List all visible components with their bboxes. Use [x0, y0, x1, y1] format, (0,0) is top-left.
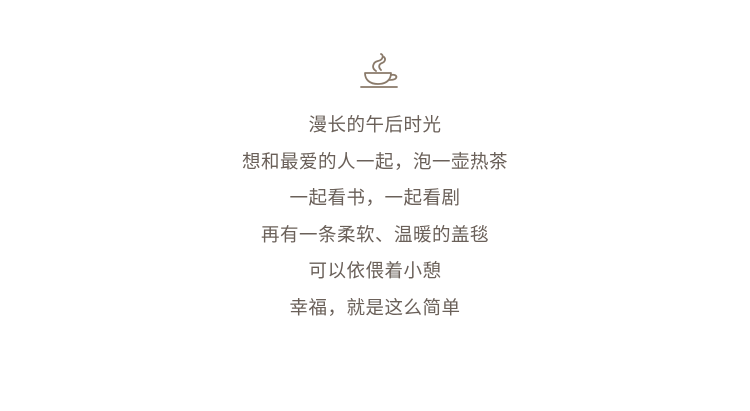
poem-line: 可以依偎着小憩	[308, 261, 442, 283]
poem-line: 一起看书，一起看剧	[289, 188, 461, 210]
poem-line: 再有一条柔软、温暖的盖毯	[260, 224, 489, 246]
tea-cup-icon	[360, 53, 398, 88]
poem-line: 漫长的午后时光	[308, 115, 442, 136]
poem-line: 幸福，就是这么简单	[289, 297, 461, 319]
poem-line: 想和最爱的人一起，泡一壶热茶	[241, 151, 508, 173]
page: 漫长的午后时光 想和最爱的人一起，泡一壶热茶 一起看书，一起看剧 再有一条柔软、…	[0, 0, 750, 411]
poem-text: 漫长的午后时光 想和最爱的人一起，泡一壶热茶 一起看书，一起看剧 再有一条柔软、…	[0, 108, 750, 328]
